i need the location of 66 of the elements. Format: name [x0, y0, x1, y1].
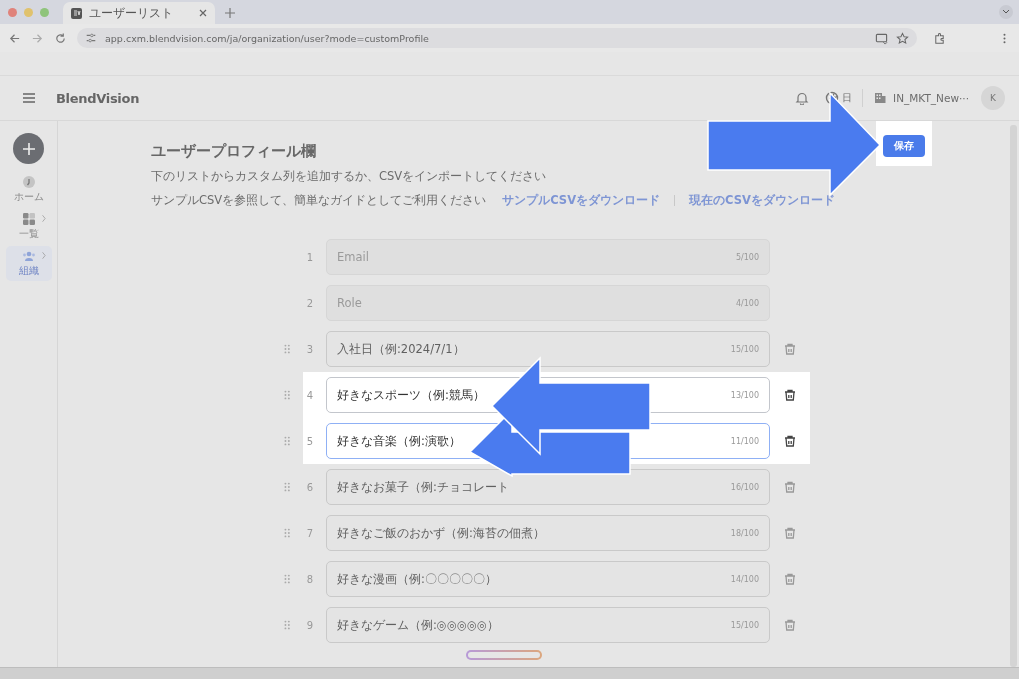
input-field[interactable]: Email 5/100	[326, 239, 770, 275]
horizontal-scrollbar[interactable]	[0, 667, 1019, 679]
people-icon	[21, 249, 36, 263]
row-number: 4	[305, 389, 315, 401]
row-number: 3	[305, 343, 315, 355]
row-number: 8	[305, 573, 315, 585]
trash-icon[interactable]	[783, 388, 797, 402]
scrollbar[interactable]	[1010, 125, 1017, 667]
grid-icon	[21, 212, 36, 226]
close-window-button[interactable]	[8, 7, 17, 17]
row-number: 5	[305, 435, 315, 447]
plus-icon	[22, 142, 35, 155]
character-count: 13/100	[730, 390, 759, 400]
guide-text: サンプルCSVを参照して、簡単なガイドとしてご利用ください	[151, 192, 487, 209]
menu-icon[interactable]	[22, 91, 36, 105]
notification-bell-icon[interactable]	[795, 91, 810, 105]
character-count: 15/100	[730, 344, 759, 354]
row-number: 2	[305, 297, 315, 309]
address-bar[interactable]: app.cxm.blendvision.com/ja/organization/user?mode=customProfile	[77, 28, 917, 48]
browser-tab[interactable]: ユーザーリスト	[63, 2, 215, 24]
page-title: ユーザープロフィール欄	[151, 142, 316, 161]
sidebar-item[interactable]: ホーム	[5, 172, 52, 207]
language-label[interactable]: 日	[842, 91, 853, 105]
download-link[interactable]: 現在のCSVをダウンロード	[689, 188, 835, 212]
row-number: 1	[305, 251, 315, 263]
extensions-icon[interactable]	[933, 31, 946, 45]
install-app-icon[interactable]	[875, 31, 888, 45]
organization-name[interactable]: IN_MKT_New···	[893, 92, 969, 104]
input-field[interactable]: Role 4/100	[326, 285, 770, 321]
tab-menu-icon[interactable]	[999, 5, 1013, 19]
row-number: 7	[305, 527, 315, 539]
character-count: 4/100	[735, 298, 759, 308]
site-settings-icon[interactable]	[85, 32, 97, 44]
user-avatar[interactable]: K	[981, 86, 1005, 110]
chevron-right-icon[interactable]	[39, 214, 49, 223]
tab-title: ユーザーリスト	[89, 4, 174, 22]
trash-icon[interactable]	[783, 434, 797, 448]
download-link[interactable]: サンプルCSVをダウンロード	[502, 188, 661, 212]
gauge-icon	[21, 175, 36, 189]
character-count: 16/100	[730, 482, 759, 492]
input-field[interactable]: 入社日（例:2024/7/1） 15/100	[326, 331, 770, 367]
character-count: 18/100	[730, 528, 759, 538]
sidebar-item[interactable]: 組織	[5, 246, 52, 281]
bookmark-star-icon[interactable]	[896, 31, 909, 45]
input-field[interactable]: 好きなお菓子（例:チョコレート 16/100	[326, 469, 770, 505]
chevron-right-icon[interactable]	[39, 251, 49, 260]
input-field[interactable]: 好きなご飯のおかず（例:海苔の佃煮） 18/100	[326, 515, 770, 551]
reload-icon[interactable]	[54, 31, 67, 45]
url-text: app.cxm.blendvision.com/ja/organization/user?mode=customProfile	[105, 32, 430, 44]
site-logo-icon	[71, 7, 82, 19]
app-logo: BlendVision	[56, 90, 140, 106]
character-count: 5/100	[735, 252, 759, 262]
input-field[interactable]: 好きなゲーム（例:◎◎◎◎◎） 15/100	[326, 607, 770, 643]
new-tab-icon[interactable]	[225, 8, 235, 18]
add-button[interactable]	[13, 133, 44, 164]
row-number: 9	[305, 619, 315, 631]
minimize-window-button[interactable]	[24, 7, 33, 17]
maximize-window-button[interactable]	[40, 7, 49, 17]
character-count: 14/100	[730, 574, 759, 584]
description-text: 下のリストからカスタム列を追加するか、CSVをインポートしてください	[151, 168, 548, 185]
row-number: 6	[305, 481, 315, 493]
save-button[interactable]: 保存	[883, 135, 925, 157]
input-field[interactable]: 好きな漫画（例:〇〇〇〇〇） 14/100	[326, 561, 770, 597]
character-count: 15/100	[730, 620, 759, 630]
organization-icon[interactable]	[873, 91, 888, 105]
character-count: 11/100	[730, 436, 759, 446]
